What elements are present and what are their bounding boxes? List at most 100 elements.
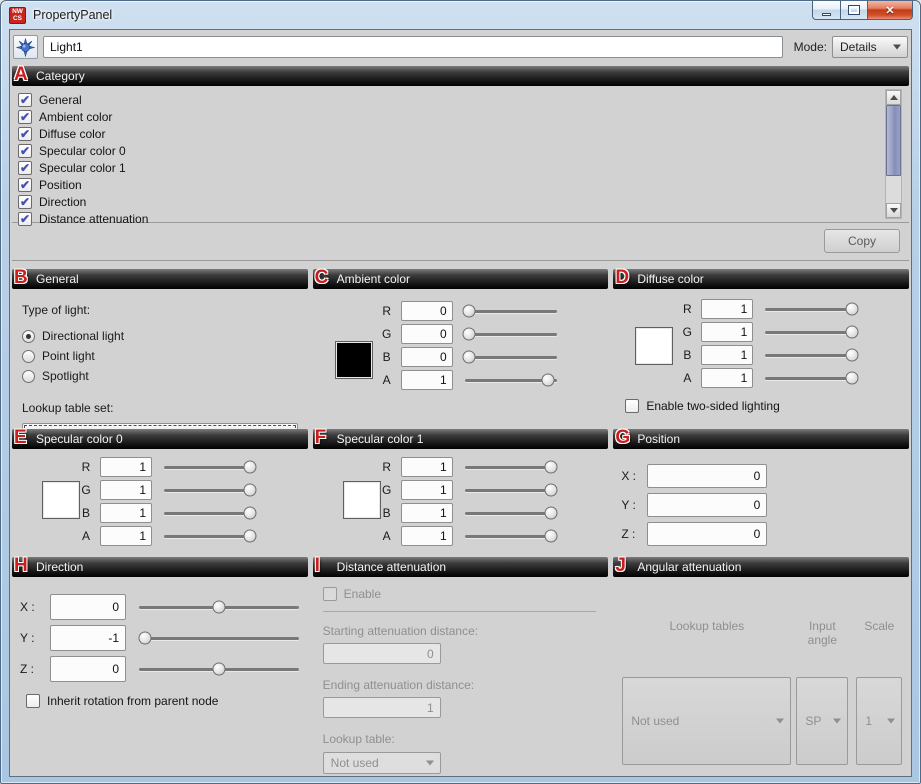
scrollbar-track[interactable]: [886, 105, 901, 203]
ambient-a-input[interactable]: [401, 370, 453, 390]
radio-icon[interactable]: [22, 350, 35, 363]
category-item-diffuse-color[interactable]: ✔ Diffuse color: [18, 125, 909, 142]
diffuse-r-input[interactable]: [701, 299, 753, 319]
diffuse-color-swatch[interactable]: [635, 327, 673, 365]
spec0-g-input[interactable]: [100, 480, 152, 500]
diffuse-r-slider[interactable]: [765, 301, 857, 317]
ambient-b-input[interactable]: [401, 347, 453, 367]
titlebar[interactable]: NW CS PropertyPanel ✕: [1, 1, 920, 29]
ambient-color-swatch[interactable]: [335, 341, 373, 379]
direction-x-slider[interactable]: [139, 599, 299, 615]
checkbox-icon[interactable]: ✔: [18, 212, 32, 226]
light-icon-button[interactable]: [13, 35, 38, 59]
diffuse-a-input[interactable]: [701, 368, 753, 388]
radio-spotlight[interactable]: Spotlight: [22, 367, 298, 385]
spec0-color-swatch[interactable]: [42, 481, 80, 519]
category-item-ambient-color[interactable]: ✔ Ambient color: [18, 108, 909, 125]
scroll-down-button[interactable]: [886, 203, 901, 218]
spec1-color-swatch[interactable]: [343, 481, 381, 519]
category-scrollbar[interactable]: [885, 89, 902, 219]
spec1-b-input[interactable]: [401, 503, 453, 523]
category-item-specular-color-0[interactable]: ✔ Specular color 0: [18, 142, 909, 159]
spec0-b-slider[interactable]: [164, 505, 256, 521]
ambient-g-input[interactable]: [401, 324, 453, 344]
checkbox-icon[interactable]: ✔: [18, 93, 32, 107]
inherit-rotation-checkbox-row[interactable]: Inherit rotation from parent node: [26, 694, 308, 708]
slider-handle[interactable]: [545, 483, 558, 496]
slider-handle[interactable]: [213, 662, 226, 675]
spec0-b-input[interactable]: [100, 503, 152, 523]
copy-button[interactable]: Copy: [824, 229, 900, 253]
spec1-a-input[interactable]: [401, 526, 453, 546]
position-x-input[interactable]: [647, 464, 767, 488]
direction-z-slider[interactable]: [139, 661, 299, 677]
spec0-r-input[interactable]: [100, 457, 152, 477]
spec0-a-slider[interactable]: [164, 528, 256, 544]
category-item-specular-color-1[interactable]: ✔ Specular color 1: [18, 159, 909, 176]
slider-handle[interactable]: [244, 506, 257, 519]
spec1-g-input[interactable]: [401, 480, 453, 500]
spec1-r-input[interactable]: [401, 457, 453, 477]
mode-dropdown[interactable]: Details: [832, 36, 908, 58]
slider-handle[interactable]: [244, 483, 257, 496]
slider-handle[interactable]: [845, 325, 858, 338]
slider-handle[interactable]: [545, 529, 558, 542]
slider-handle[interactable]: [845, 371, 858, 384]
slider-handle[interactable]: [545, 460, 558, 473]
radio-icon[interactable]: [22, 330, 35, 343]
checkbox-icon[interactable]: [26, 694, 40, 708]
scrollbar-thumb[interactable]: [886, 105, 901, 176]
checkbox-icon[interactable]: ✔: [18, 178, 32, 192]
spec1-g-slider[interactable]: [465, 482, 557, 498]
category-item-position[interactable]: ✔ Position: [18, 176, 909, 193]
radio-point-light[interactable]: Point light: [22, 347, 298, 365]
slider-handle[interactable]: [463, 304, 476, 317]
diffuse-b-input[interactable]: [701, 345, 753, 365]
slider-handle[interactable]: [244, 460, 257, 473]
spec0-g-slider[interactable]: [164, 482, 256, 498]
checkbox-icon[interactable]: [625, 399, 639, 413]
slider-handle[interactable]: [244, 529, 257, 542]
ambient-r-slider[interactable]: [465, 303, 557, 319]
diffuse-a-slider[interactable]: [765, 370, 857, 386]
slider-handle[interactable]: [213, 600, 226, 613]
diffuse-g-input[interactable]: [701, 322, 753, 342]
close-button[interactable]: ✕: [868, 1, 913, 20]
category-item-general[interactable]: ✔ General: [18, 91, 909, 108]
scroll-up-button[interactable]: [886, 90, 901, 105]
checkbox-icon[interactable]: ✔: [18, 195, 32, 209]
maximize-button[interactable]: [841, 1, 868, 20]
ambient-b-slider[interactable]: [465, 349, 557, 365]
checkbox-icon[interactable]: ✔: [18, 144, 32, 158]
direction-y-input[interactable]: [50, 625, 126, 651]
ambient-r-input[interactable]: [401, 301, 453, 321]
radio-directional-light[interactable]: Directional light: [22, 327, 298, 345]
category-item-distance-attenuation[interactable]: ✔ Distance attenuation: [18, 210, 909, 227]
slider-handle[interactable]: [845, 302, 858, 315]
slider-handle[interactable]: [463, 350, 476, 363]
direction-z-input[interactable]: [50, 656, 126, 682]
slider-handle[interactable]: [542, 373, 555, 386]
two-sided-lighting-checkbox-row[interactable]: Enable two-sided lighting: [625, 399, 909, 413]
spec1-r-slider[interactable]: [465, 459, 557, 475]
slider-handle[interactable]: [463, 327, 476, 340]
spec0-a-input[interactable]: [100, 526, 152, 546]
direction-x-input[interactable]: [50, 594, 126, 620]
ambient-a-slider[interactable]: [465, 372, 557, 388]
spec1-a-slider[interactable]: [465, 528, 557, 544]
checkbox-icon[interactable]: ✔: [18, 161, 32, 175]
category-item-direction[interactable]: ✔ Direction: [18, 193, 909, 210]
ambient-g-slider[interactable]: [465, 326, 557, 342]
checkbox-icon[interactable]: ✔: [18, 110, 32, 124]
spec1-b-slider[interactable]: [465, 505, 557, 521]
minimize-button[interactable]: [812, 1, 841, 20]
diffuse-g-slider[interactable]: [765, 324, 857, 340]
position-y-input[interactable]: [647, 493, 767, 517]
diffuse-b-slider[interactable]: [765, 347, 857, 363]
spec0-r-slider[interactable]: [164, 459, 256, 475]
slider-handle[interactable]: [845, 348, 858, 361]
checkbox-icon[interactable]: ✔: [18, 127, 32, 141]
name-input[interactable]: [43, 36, 783, 58]
radio-icon[interactable]: [22, 370, 35, 383]
position-z-input[interactable]: [647, 522, 767, 546]
